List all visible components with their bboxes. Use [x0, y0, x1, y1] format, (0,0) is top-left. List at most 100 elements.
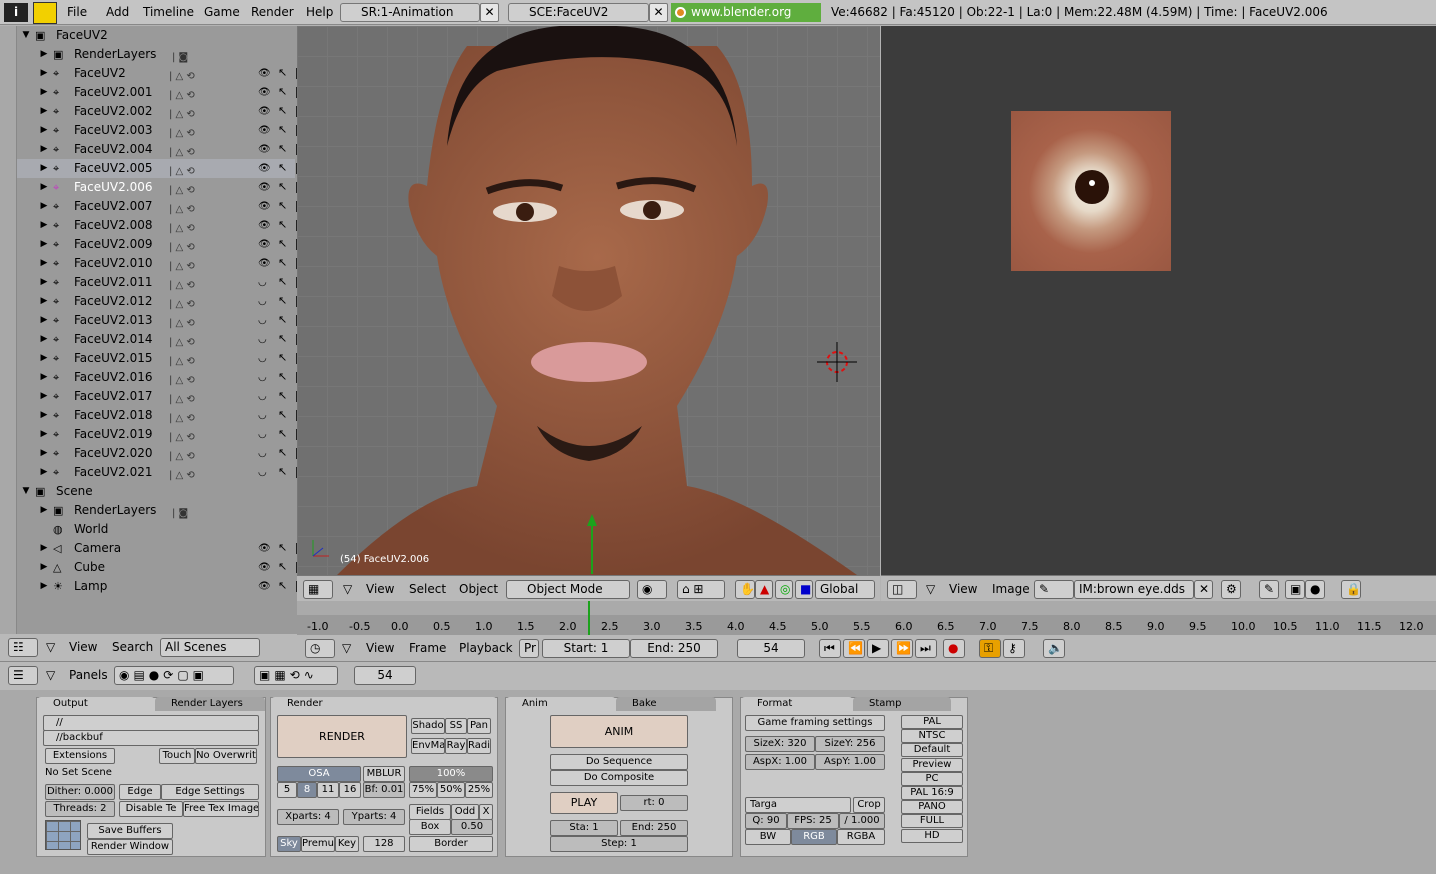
outliner-row[interactable]: ▶ ⌖ FaceUV2.004 | △ ⟲ 👁 ↖	[17, 140, 307, 159]
end-frame-field[interactable]: End: 250	[630, 639, 718, 658]
image-browse-button[interactable]: ✎	[1034, 580, 1074, 599]
scene-selector[interactable]: SCE:FaceUV2	[508, 3, 649, 22]
yparts-field[interactable]: Yparts: 4	[343, 809, 405, 825]
key-toggle[interactable]: Key	[335, 836, 359, 852]
edge-toggle[interactable]: Edge	[119, 784, 161, 800]
window-type-button[interactable]: ☰	[8, 666, 38, 685]
outliner-item-label[interactable]: FaceUV2.015	[74, 349, 152, 368]
select-arrow-icon[interactable]: ↖	[278, 314, 287, 326]
outliner-item-label[interactable]: RenderLayers	[74, 501, 156, 520]
expand-triangle-icon[interactable]: ▶	[39, 64, 49, 83]
timeline-ruler[interactable]: -1.0 -0.5 0.0 0.5 1.0 1.5 2.0 2.5 3.0 3.5 4.0 4.5 5.…	[297, 601, 1436, 635]
color-depth-select[interactable]: 128	[363, 836, 405, 852]
chevron-down-icon[interactable]: ▽	[926, 582, 935, 596]
expand-triangle-icon[interactable]: ▶	[39, 463, 49, 482]
outliner-row[interactable]: ▶ ⌖ FaceUV2.020 | △ ⟲ ◡ ↖	[17, 444, 307, 463]
outliner-row[interactable]: ▶ ⌖ FaceUV2.021 | △ ⟲ ◡ ↖	[17, 463, 307, 482]
select-arrow-icon[interactable]: ↖	[278, 580, 287, 592]
frame-number-field[interactable]: 54	[354, 666, 416, 685]
outliner-row[interactable]: ▶ ⌖ FaceUV2.014 | △ ⟲ ◡ ↖	[17, 330, 307, 349]
panorama-toggle[interactable]: Pan	[467, 718, 491, 734]
backbuf-path-field[interactable]: //backbuf	[43, 730, 259, 746]
radiosity-toggle[interactable]: Radi	[467, 738, 491, 754]
eye-closed-icon[interactable]: ◡	[258, 392, 268, 402]
select-arrow-icon[interactable]: ↖	[278, 67, 287, 79]
eye-closed-icon[interactable]: ◡	[258, 449, 268, 459]
extensions-toggle[interactable]: Extensions	[45, 748, 115, 764]
no-overwrite-toggle[interactable]: No Overwrit	[195, 748, 257, 764]
tab-stamp[interactable]: Stamp	[853, 697, 951, 711]
size-25-button[interactable]: 25%	[465, 782, 493, 798]
outliner-item-label[interactable]: FaceUV2.013	[74, 311, 152, 330]
outliner-row[interactable]: ▶ ⌖ FaceUV2.001 | △ ⟲ 👁 ↖	[17, 83, 307, 102]
menu-image[interactable]: Image	[992, 582, 1030, 596]
start-frame-field[interactable]: Start: 1	[542, 639, 630, 658]
outliner-row[interactable]: ▶ ⌖ FaceUV2.012 | △ ⟲ ◡ ↖	[17, 292, 307, 311]
render-window-select[interactable]: Render Window	[87, 839, 173, 855]
chevron-down-icon[interactable]: ▽	[343, 582, 352, 596]
eye-icon[interactable]: 👁	[258, 202, 271, 212]
select-arrow-icon[interactable]: ↖	[278, 428, 287, 440]
eye-icon[interactable]: 👁	[258, 259, 271, 269]
play-icon[interactable]: ▶	[867, 639, 889, 658]
edge-settings-button[interactable]: Edge Settings	[161, 784, 259, 800]
select-arrow-icon[interactable]: ↖	[278, 162, 287, 174]
rotate-icon[interactable]: ◎	[775, 580, 793, 599]
website-link[interactable]: www.blender.org 249.2	[671, 3, 821, 38]
expand-triangle-icon[interactable]: ▶	[39, 311, 49, 330]
display-grid-icon[interactable]	[45, 820, 81, 850]
expand-triangle-icon[interactable]: ▶	[39, 501, 49, 520]
outliner-item-label[interactable]: FaceUV2.001	[74, 83, 152, 102]
scale-icon[interactable]: ■	[795, 580, 813, 599]
outliner-item-label[interactable]: FaceUV2.018	[74, 406, 152, 425]
expand-triangle-icon[interactable]: ▶	[39, 273, 49, 292]
rgb-toggle[interactable]: RGB	[791, 829, 837, 845]
outliner-row[interactable]: ▶ ⌖ FaceUV2.003 | △ ⟲ 👁 ↖	[17, 121, 307, 140]
3d-cursor-icon[interactable]	[817, 342, 857, 382]
tab-render-layers[interactable]: Render Layers	[155, 697, 265, 711]
tab-bake[interactable]: Bake	[616, 697, 716, 711]
scene-delete-button[interactable]: ✕	[649, 3, 668, 22]
sss-toggle[interactable]: SS	[445, 718, 467, 734]
menu-view[interactable]: View	[366, 641, 394, 655]
output-path-field[interactable]: //	[43, 715, 259, 731]
do-sequence-toggle[interactable]: Do Sequence	[550, 754, 688, 770]
outliner-row[interactable]: ◍ World	[17, 520, 295, 539]
select-arrow-icon[interactable]: ↖	[278, 561, 287, 573]
3d-viewport[interactable]: (54) FaceUV2.006	[297, 26, 880, 575]
select-arrow-icon[interactable]: ↖	[278, 86, 287, 98]
expand-triangle-icon[interactable]: ▼	[21, 26, 31, 45]
threads-field[interactable]: Threads: 2	[45, 801, 115, 817]
select-arrow-icon[interactable]: ↖	[278, 466, 287, 478]
anim-button[interactable]: ANIM	[550, 715, 688, 748]
select-arrow-icon[interactable]: ↖	[278, 276, 287, 288]
osa-5-button[interactable]: 5	[277, 782, 297, 798]
anim-start-field[interactable]: Sta: 1	[550, 820, 618, 836]
filter-size-field[interactable]: 0.50	[451, 819, 493, 835]
image-editor[interactable]	[881, 26, 1436, 575]
jump-start-icon[interactable]: ⏮	[819, 639, 841, 658]
draw-type-button[interactable]: ◉	[637, 580, 667, 599]
menu-file[interactable]: File	[67, 5, 87, 19]
fields-toggle[interactable]: Fields	[409, 804, 451, 820]
outliner-item-label[interactable]: FaceUV2.014	[74, 330, 152, 349]
border-toggle[interactable]: Border	[409, 836, 493, 852]
mode-select[interactable]: Object Mode	[506, 580, 630, 599]
eye-closed-icon[interactable]: ◡	[258, 297, 268, 307]
tab-render[interactable]: Render	[271, 697, 497, 711]
format-preset-button[interactable]: PAL 16:9	[901, 786, 963, 800]
outliner-row[interactable]: ▶ △ Cube 👁 ↖	[17, 558, 307, 577]
expand-triangle-icon[interactable]: ▶	[39, 178, 49, 197]
menu-view[interactable]: View	[366, 582, 394, 596]
outliner-row[interactable]: ▶ ⌖ FaceUV2.002 | △ ⟲ 👁 ↖	[17, 102, 307, 121]
select-arrow-icon[interactable]: ↖	[278, 124, 287, 136]
touch-toggle[interactable]: Touch	[159, 748, 195, 764]
outliner-row[interactable]: ▼ ▣ Scene	[17, 482, 295, 501]
expand-triangle-icon[interactable]: ▶	[39, 368, 49, 387]
tab-output[interactable]: Output	[37, 697, 155, 711]
outliner-item-label[interactable]: FaceUV2.007	[74, 197, 152, 216]
chevron-down-icon[interactable]: ▽	[46, 668, 55, 682]
select-arrow-icon[interactable]: ↖	[278, 390, 287, 402]
expand-triangle-icon[interactable]: ▶	[39, 406, 49, 425]
rt-field[interactable]: rt: 0	[620, 795, 688, 811]
